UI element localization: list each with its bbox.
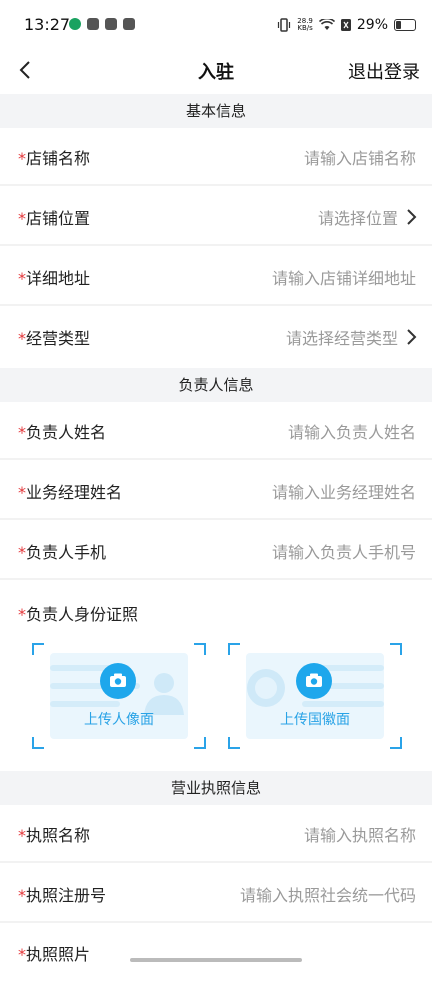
id-photo-label: *负责人身份证照 [18,601,138,625]
corner-mark [194,643,206,655]
field-label: *店铺位置 [18,205,90,229]
battery-icon [394,19,416,31]
field-label-text: 执照名称 [26,826,91,845]
field-label: *执照注册号 [18,882,106,906]
license-name-input[interactable]: 请输入执照名称 [304,822,416,846]
status-bar: 13:27 28.9 KB/s 29% [0,0,432,52]
required-mark: * [18,269,26,288]
field-label: *执照名称 [18,822,90,846]
field-label: *负责人手机 [18,539,106,563]
field-label-text: 业务经理姓名 [26,483,123,502]
upload-portrait-label: 上传人像面 [84,712,154,728]
field-label-text: 执照注册号 [26,886,107,905]
required-mark: * [18,605,26,624]
license-number-input[interactable]: 请输入执照社会统一代码 [240,882,416,906]
required-mark: * [18,329,26,348]
field-label-text: 经营类型 [26,329,91,348]
vibrate-icon [278,18,291,32]
field-label-text: 店铺位置 [26,209,91,228]
card-stripe [50,701,120,707]
logout-button[interactable]: 退出登录 [348,58,420,84]
owner-phone-input[interactable]: 请输入负责人手机号 [272,539,416,563]
wechat-icon [69,18,81,30]
required-mark: * [18,945,26,964]
address-input[interactable]: 请输入店铺详细地址 [272,265,416,289]
field-label-text: 负责人姓名 [26,423,107,442]
required-mark: * [18,826,26,845]
section-header-owner: 负责人信息 [0,368,432,402]
field-label: *店铺名称 [18,145,90,169]
owner-name-input[interactable]: 请输入负责人姓名 [288,419,416,443]
field-label-text: 负责人手机 [26,543,107,562]
home-indicator[interactable] [130,958,302,962]
required-mark: * [18,209,26,228]
status-time: 13:27 [24,15,71,34]
license-number-field[interactable]: *执照注册号 请输入执照社会统一代码 [0,865,432,923]
nav-bar: 入驻 退出登录 [0,52,432,94]
corner-mark [228,737,240,749]
upload-emblem-button[interactable]: 上传国徽面 [228,643,402,749]
net-speed-unit: KB/s [297,24,313,32]
emblem-icon [247,669,285,707]
owner-phone-field[interactable]: *负责人手机 请输入负责人手机号 [0,522,432,580]
chevron-right-icon [407,209,417,225]
corner-mark [194,737,206,749]
field-label: *执照照片 [18,941,90,965]
required-mark: * [18,543,26,562]
app-icon [105,18,117,30]
field-label-text: 详细地址 [26,269,91,288]
shop-name-input[interactable]: 请输入店铺名称 [304,145,416,169]
section-header-license: 营业执照信息 [0,771,432,805]
corner-mark [390,643,402,655]
app-icon [123,18,135,30]
business-type-select[interactable]: 请选择经营类型 [286,325,398,349]
app-icon [87,18,99,30]
field-label: *业务经理姓名 [18,479,122,503]
net-speed: 28.9 KB/s [297,18,313,32]
sim-icon [340,19,351,31]
camera-icon [100,663,136,699]
field-label-text: 执照照片 [26,945,91,964]
corner-mark [390,737,402,749]
camera-icon [296,663,332,699]
corner-mark [32,737,44,749]
required-mark: * [18,423,26,442]
required-mark: * [18,149,26,168]
manager-name-input[interactable]: 请输入业务经理姓名 [272,479,416,503]
field-label: *负责人姓名 [18,419,106,443]
section-header-basic: 基本信息 [0,94,432,128]
owner-name-field[interactable]: *负责人姓名 请输入负责人姓名 [0,402,432,460]
corner-mark [228,643,240,655]
card-stripe [302,701,384,707]
wifi-icon [318,19,335,30]
shop-location-field[interactable]: *店铺位置 请选择位置 [0,188,432,246]
license-photo-field[interactable]: *执照照片 [0,925,432,983]
shop-location-select[interactable]: 请选择位置 [318,205,398,229]
required-mark: * [18,886,26,905]
status-right: 28.9 KB/s 29% [277,16,416,34]
field-label: *经营类型 [18,325,90,349]
upload-emblem-label: 上传国徽面 [280,712,350,728]
field-label-text: 负责人身份证照 [26,605,139,624]
manager-name-field[interactable]: *业务经理姓名 请输入业务经理姓名 [0,462,432,520]
required-mark: * [18,483,26,502]
battery-percent: 29% [356,17,388,33]
corner-mark [32,643,44,655]
address-field[interactable]: *详细地址 请输入店铺详细地址 [0,248,432,306]
business-type-field[interactable]: *经营类型 请选择经营类型 [0,308,432,366]
shop-name-field[interactable]: *店铺名称 请输入店铺名称 [0,128,432,186]
license-name-field[interactable]: *执照名称 请输入执照名称 [0,805,432,863]
chevron-right-icon [407,329,417,345]
upload-portrait-button[interactable]: 上传人像面 [32,643,206,749]
field-label-text: 店铺名称 [26,149,91,168]
field-label: *详细地址 [18,265,90,289]
